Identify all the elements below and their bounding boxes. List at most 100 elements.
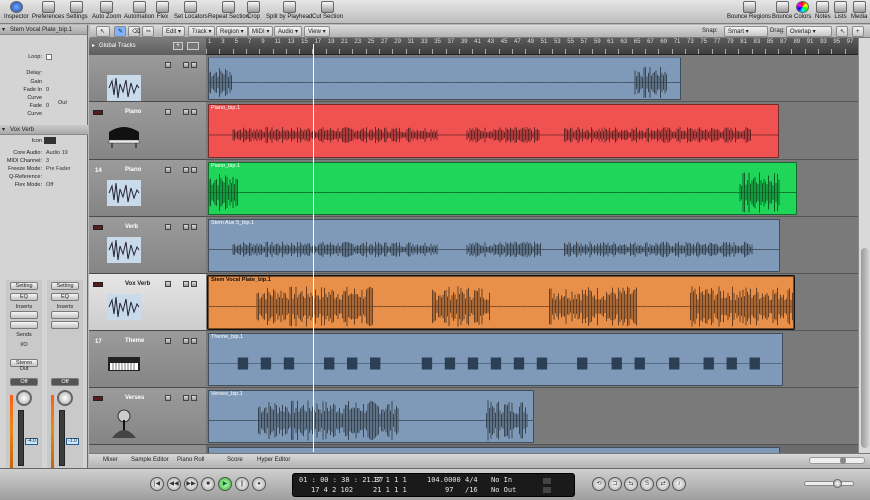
automation-mode-select[interactable]: Off (51, 378, 79, 386)
menu-edit[interactable]: Edit ▾ (162, 26, 186, 37)
freeze-button[interactable] (191, 109, 197, 115)
freeze-button[interactable] (191, 224, 197, 230)
menu-midi[interactable]: MIDI ▾ (248, 26, 274, 37)
insert-slot[interactable] (51, 311, 79, 319)
output-select[interactable]: Stereo Out (10, 359, 38, 372)
insert-slot[interactable] (10, 311, 38, 319)
track-param-value[interactable]: Off (46, 181, 53, 189)
cut-section-button[interactable]: Cut Section (312, 1, 343, 20)
master-volume-thumb[interactable] (833, 479, 842, 488)
media-button[interactable]: Media (851, 1, 867, 20)
solo-button[interactable] (183, 62, 189, 68)
sync-button[interactable]: ⇄ (656, 477, 670, 491)
zoom-slider-thumb[interactable] (840, 457, 846, 464)
menu-view[interactable]: View ▾ (304, 26, 330, 37)
region-2[interactable]: Piano_bip.1 (208, 162, 797, 215)
track-header-2[interactable]: 14 Piano (89, 160, 206, 217)
fast-forward-button[interactable]: ▶▶ (184, 477, 198, 491)
repeat-section-button[interactable]: Repeat Section (208, 1, 249, 20)
track-header-1[interactable]: Piano (89, 102, 206, 160)
solo-button[interactable] (183, 224, 189, 230)
tab-score[interactable]: Score (227, 457, 243, 463)
vertical-scrollbar[interactable] (858, 38, 870, 453)
mute-button[interactable] (165, 338, 171, 344)
region-6[interactable]: Verses_bip.1 (208, 390, 534, 443)
add-track-button[interactable]: + (173, 42, 183, 50)
set-locators-button[interactable]: Set Locators (174, 1, 208, 20)
record-enable-button[interactable] (93, 225, 103, 230)
menu-track[interactable]: Track ▾ (188, 26, 216, 37)
volume-fader[interactable] (59, 410, 65, 466)
pan-knob[interactable] (16, 390, 32, 406)
replace-button[interactable]: ⇆ (624, 477, 638, 491)
setting-button[interactable]: Setting (51, 282, 79, 290)
master-volume-slider[interactable] (804, 479, 854, 488)
tool-scissors-button[interactable]: ✂ (142, 26, 154, 37)
lists-button[interactable]: Lists (834, 1, 847, 20)
split-button[interactable]: Split by Playhead (266, 1, 312, 20)
record-enable-button[interactable] (93, 282, 103, 287)
track-header-5[interactable]: 17 Theme (89, 331, 206, 388)
tab-piano-roll[interactable]: Piano Roll (177, 457, 204, 463)
mute-button[interactable] (165, 167, 171, 173)
drag-select[interactable]: Overlap ▾ (786, 26, 832, 37)
automation-button[interactable]: Automation (124, 1, 154, 20)
track-param-value[interactable]: Audio 19 (46, 149, 68, 157)
play-button[interactable]: ▶ (218, 477, 232, 491)
setting-button[interactable]: Setting (10, 282, 38, 290)
menu-audio[interactable]: Audio ▾ (274, 26, 303, 37)
bounce-button[interactable]: Bounce (772, 1, 792, 20)
bar-ruler[interactable]: 1 3 5 7 9 11 13 15 17 19 21 23 25 27 29 31 33 35 37 39 41 43 4… (206, 38, 858, 55)
solo-button[interactable] (183, 109, 189, 115)
freeze-button[interactable] (191, 395, 197, 401)
record-enable-button[interactable] (93, 396, 103, 401)
transport-lcd[interactable]: 01 : 00 : 38 : 21.37 17 4 2 102 17 1 1 1… (292, 473, 575, 497)
region-0[interactable] (208, 57, 681, 100)
arrange-area[interactable]: Piano_bip.1 Piano_bip.1 Stem Aux 5_bip.1 St… (206, 55, 858, 453)
notes-button[interactable]: Notes (815, 1, 831, 20)
record-button[interactable]: ● (252, 477, 266, 491)
region-3[interactable]: Stem Aux 5_bip.1 (208, 219, 781, 272)
pointer-tool-select[interactable]: ↖ (836, 26, 848, 37)
mute-button[interactable] (165, 395, 171, 401)
info-button[interactable]: Inspector (4, 1, 29, 20)
mute-button[interactable] (165, 109, 171, 115)
track-options-button[interactable] (187, 42, 199, 50)
mute-button[interactable] (165, 62, 171, 68)
region-inspector-header[interactable]: Stem Vocal Plate_bip.1 (0, 25, 87, 35)
stop-button[interactable]: ■ (201, 477, 215, 491)
rewind-button[interactable]: ◀◀ (167, 477, 181, 491)
solo-button[interactable] (183, 395, 189, 401)
loop-checkbox[interactable] (46, 54, 52, 60)
eq-button[interactable]: EQ (10, 293, 38, 301)
tab-mixer[interactable]: Mixer (103, 457, 118, 463)
track-icon-picker[interactable] (44, 137, 56, 144)
region-5[interactable]: Theme_bip.1 (208, 333, 784, 386)
freeze-button[interactable] (191, 167, 197, 173)
vertical-scroll-thumb[interactable] (861, 248, 869, 448)
volume-fader[interactable] (18, 410, 24, 466)
region-4[interactable]: Stem Vocal Plate_bip.1 (206, 275, 796, 330)
automation-mode-select[interactable]: Off (10, 378, 38, 386)
solo-button[interactable]: S (640, 477, 654, 491)
freeze-button[interactable] (191, 281, 197, 287)
insert-slot[interactable] (10, 321, 38, 329)
pan-knob[interactable] (57, 390, 73, 406)
tool-pointer-button[interactable]: ↖ (96, 26, 110, 37)
metronome-button[interactable]: ♪ (672, 477, 686, 491)
track-header-0[interactable] (89, 55, 206, 102)
menu-region[interactable]: Region ▾ (216, 26, 248, 37)
flex-button[interactable]: Flex (156, 1, 169, 20)
rewind-to-start-button[interactable]: |◀ (150, 477, 164, 491)
playhead[interactable] (313, 44, 314, 452)
bounce-regions-button[interactable]: Bounce Regions (727, 1, 771, 20)
snap-select[interactable]: Smart ▾ (724, 26, 768, 37)
tool-eraser-button[interactable]: ⌫ (128, 26, 140, 37)
secondary-tool-select[interactable]: + (852, 26, 864, 37)
pause-button[interactable]: || (235, 477, 249, 491)
track-header-3[interactable]: Verb (89, 217, 206, 274)
track-header-4[interactable]: Vox Verb (89, 274, 206, 331)
track-inspector-header[interactable]: Vox Verb (0, 125, 88, 135)
colors-button[interactable]: Colors (794, 1, 811, 20)
insert-slot[interactable] (51, 321, 79, 329)
